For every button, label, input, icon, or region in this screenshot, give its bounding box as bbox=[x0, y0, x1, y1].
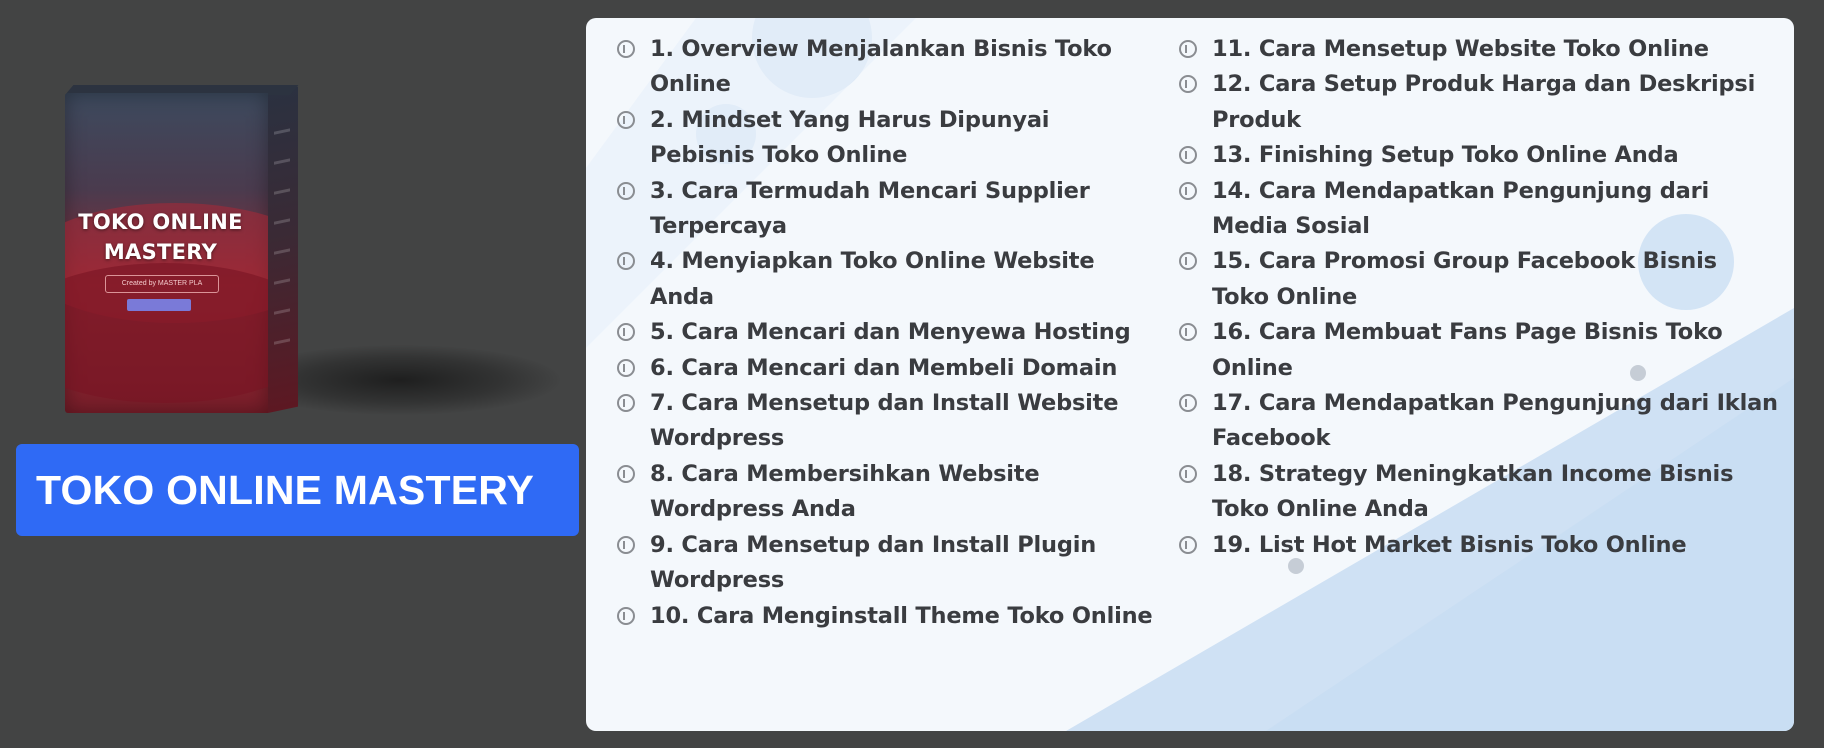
lesson-title: 10. Cara Menginstall Theme Toko Online bbox=[650, 602, 1153, 629]
lesson-item[interactable]: 7. Cara Mensetup dan Install Website Wor… bbox=[616, 386, 1156, 457]
play-circle-icon bbox=[1179, 323, 1197, 342]
curriculum-card: 1. Overview Menjalankan Bisnis Toko Onli… bbox=[586, 18, 1794, 731]
lesson-item[interactable]: 15. Cara Promosi Group Facebook Bisnis T… bbox=[1178, 244, 1778, 315]
play-circle-icon bbox=[617, 464, 635, 483]
play-circle-icon bbox=[617, 252, 635, 271]
lesson-item[interactable]: 17. Cara Mendapatkan Pengunjung dari Ikl… bbox=[1178, 386, 1778, 457]
lesson-title: 19. List Hot Market Bisnis Toko Online bbox=[1212, 531, 1687, 558]
play-circle-icon bbox=[617, 181, 635, 200]
product-box-created-by: Created by MASTER PLA bbox=[105, 275, 219, 293]
lesson-title-continued: Terpercaya bbox=[650, 213, 787, 240]
lesson-title-continued: Facebook bbox=[1212, 425, 1331, 452]
lesson-item[interactable]: 19. List Hot Market Bisnis Toko Online bbox=[1178, 528, 1778, 563]
lesson-title-continued: Wordpress Anda bbox=[650, 496, 856, 523]
play-circle-icon bbox=[1179, 464, 1197, 483]
lesson-title: 5. Cara Mencari dan Menyewa Hosting bbox=[650, 319, 1131, 346]
play-circle-icon bbox=[1179, 40, 1197, 58]
lesson-title: 13. Finishing Setup Toko Online Anda bbox=[1212, 142, 1679, 169]
product-title: TOKO ONLINE MASTERY bbox=[36, 467, 535, 513]
lesson-item[interactable]: 14. Cara Mendapatkan Pengunjung dari Med… bbox=[1178, 174, 1778, 245]
lesson-title: 6. Cara Mencari dan Membeli Domain bbox=[650, 354, 1118, 381]
lesson-title-continued: Online bbox=[650, 71, 731, 98]
lesson-item[interactable]: 2. Mindset Yang Harus Dipunyai Pebisnis … bbox=[616, 103, 1156, 174]
play-circle-icon bbox=[1179, 394, 1197, 413]
lesson-title-continued: Toko Online Anda bbox=[1212, 496, 1429, 523]
curriculum-column-right: 11. Cara Mensetup Website Toko Online 12… bbox=[1178, 32, 1778, 563]
play-circle-icon bbox=[617, 110, 635, 129]
lesson-item[interactable]: 6. Cara Mencari dan Membeli Domain bbox=[616, 351, 1156, 386]
lesson-title: 17. Cara Mendapatkan Pengunjung dari Ikl… bbox=[1212, 390, 1778, 417]
play-circle-icon bbox=[617, 40, 635, 58]
play-circle-icon bbox=[1179, 146, 1197, 165]
lesson-item[interactable]: 10. Cara Menginstall Theme Toko Online bbox=[616, 599, 1156, 634]
play-circle-icon bbox=[1179, 535, 1197, 554]
product-box-badge bbox=[127, 299, 191, 311]
lesson-item[interactable]: 8. Cara Membersihkan Website Wordpress A… bbox=[616, 457, 1156, 528]
lesson-item[interactable]: 18. Strategy Meningkatkan Income Bisnis … bbox=[1178, 457, 1778, 528]
product-box-title-line1: TOKO ONLINE bbox=[78, 210, 243, 234]
lesson-item[interactable]: 13. Finishing Setup Toko Online Anda bbox=[1178, 138, 1778, 173]
play-circle-icon bbox=[1179, 252, 1197, 271]
lesson-item[interactable]: 3. Cara Termudah Mencari Supplier Terper… bbox=[616, 174, 1156, 245]
lesson-title-continued: Produk bbox=[1212, 106, 1301, 133]
lesson-title-continued: Toko Online bbox=[1212, 283, 1358, 310]
lesson-item[interactable]: 12. Cara Setup Produk Harga dan Deskrips… bbox=[1178, 67, 1778, 138]
product-box-side bbox=[268, 86, 298, 414]
lesson-item[interactable]: 1. Overview Menjalankan Bisnis Toko Onli… bbox=[616, 32, 1156, 103]
play-circle-icon bbox=[617, 535, 635, 554]
curriculum-column-left: 1. Overview Menjalankan Bisnis Toko Onli… bbox=[616, 32, 1156, 634]
play-circle-icon bbox=[1179, 75, 1197, 94]
lesson-title: 2. Mindset Yang Harus Dipunyai bbox=[650, 106, 1050, 133]
play-circle-icon bbox=[617, 606, 635, 625]
lesson-title: 3. Cara Termudah Mencari Supplier bbox=[650, 177, 1090, 204]
lesson-item[interactable]: 11. Cara Mensetup Website Toko Online bbox=[1178, 32, 1778, 67]
lesson-title: 4. Menyiapkan Toko Online Website bbox=[650, 248, 1095, 275]
lesson-title-continued: Wordpress bbox=[650, 567, 785, 594]
lesson-item[interactable]: 16. Cara Membuat Fans Page Bisnis Toko O… bbox=[1178, 315, 1778, 386]
lesson-title: 11. Cara Mensetup Website Toko Online bbox=[1212, 36, 1709, 62]
lesson-title: 1. Overview Menjalankan Bisnis Toko bbox=[650, 36, 1112, 62]
play-circle-icon bbox=[617, 358, 635, 377]
lesson-title-continued: Pebisnis Toko Online bbox=[650, 142, 908, 169]
product-box-title-line2: MASTERY bbox=[103, 240, 218, 264]
play-circle-icon bbox=[617, 323, 635, 342]
play-circle-icon bbox=[1179, 181, 1197, 200]
lesson-title: 14. Cara Mendapatkan Pengunjung dari bbox=[1212, 177, 1709, 204]
lesson-title: 12. Cara Setup Produk Harga dan Deskrips… bbox=[1212, 71, 1756, 98]
lesson-item[interactable]: 4. Menyiapkan Toko Online Website Anda bbox=[616, 244, 1156, 315]
lesson-title-continued: Wordpress bbox=[650, 425, 785, 452]
play-circle-icon bbox=[617, 394, 635, 413]
lesson-title-continued: Online bbox=[1212, 354, 1293, 381]
lesson-title: 18. Strategy Meningkatkan Income Bisnis bbox=[1212, 460, 1734, 487]
lesson-item[interactable]: 5. Cara Mencari dan Menyewa Hosting bbox=[616, 315, 1156, 350]
lesson-title-continued: Anda bbox=[650, 283, 714, 310]
lesson-title: 8. Cara Membersihkan Website bbox=[650, 460, 1040, 487]
lesson-title-continued: Media Sosial bbox=[1212, 213, 1370, 240]
lesson-title: 16. Cara Membuat Fans Page Bisnis Toko bbox=[1212, 319, 1723, 346]
product-title-banner: TOKO ONLINE MASTERY bbox=[16, 444, 579, 536]
product-box-title: TOKO ONLINE MASTERY bbox=[73, 207, 248, 267]
product-box-image: TOKO ONLINE MASTERY Created by MASTER PL… bbox=[55, 85, 305, 425]
lesson-title: 15. Cara Promosi Group Facebook Bisnis bbox=[1212, 248, 1717, 275]
lesson-title: 7. Cara Mensetup dan Install Website bbox=[650, 390, 1119, 417]
lesson-item[interactable]: 9. Cara Mensetup dan Install Plugin Word… bbox=[616, 528, 1156, 599]
lesson-title: 9. Cara Mensetup dan Install Plugin bbox=[650, 531, 1097, 558]
